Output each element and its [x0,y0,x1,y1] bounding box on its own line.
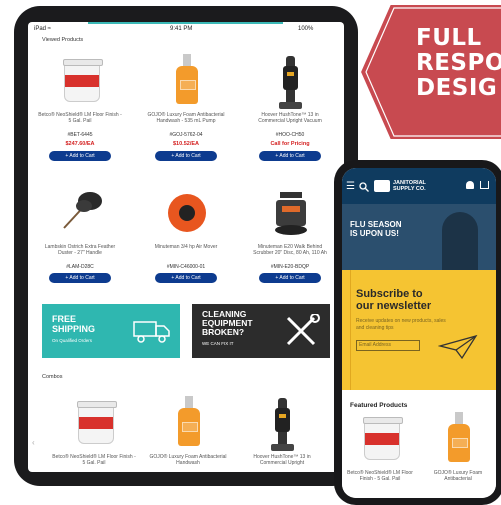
flu-season-hero[interactable]: FLU SEASON IS UPON US! [342,204,496,270]
combo-product-card[interactable]: Hoover HushTone™ 13 in Commercial Uprigh… [234,392,330,472]
featured-products-section: Featured Products Betco® NeoShield® LM F… [342,390,496,498]
product-name[interactable]: GOJO® Luxury Foam Antibacterial [420,470,496,488]
tablet-screen: iPad ≈ 9:41 PM 100% Viewed Products Betc… [28,22,344,472]
tablet-status-bar: iPad ≈ 9:41 PM 100% [28,22,344,36]
product-sku: #HOO-CH50 [275,132,305,138]
product-image[interactable] [348,408,412,468]
add-to-cart-button[interactable]: + Add to Cart [155,151,217,161]
newsletter-email-input[interactable]: Email Address [356,340,420,351]
hero-person-image [442,212,478,270]
phone-screen: ☰ JANITORIAL SUPPLY CO. FLU SEASON IS UP… [342,168,496,498]
add-to-cart-button[interactable]: + Add to Cart [155,273,217,283]
tools-icon [286,314,320,346]
badge-line-1: FULL [416,25,482,51]
free-shipping-line-2: SHIPPING [52,324,96,334]
product-image[interactable] [62,392,126,452]
product-image[interactable] [250,392,314,452]
phone-header: ☰ JANITORIAL SUPPLY CO. [342,168,496,204]
viewed-products-label: Viewed Products [42,37,84,43]
brand-line-2: SUPPLY CO. [393,186,426,192]
product-image[interactable] [154,182,218,242]
product-price: $247.60/EA [65,141,95,147]
badge-line-2: RESPO [416,50,501,76]
badge-text: FULL RESPO DESIG [416,26,501,101]
scrubber-image [275,192,307,235]
product-sku: #GOJ-5762-04 [169,132,203,138]
product-image[interactable] [258,50,322,110]
free-shipping-line-1: FREE [52,314,77,324]
product-card[interactable]: Minuteman E20 Walk Behind Scrubber 20" D… [242,182,338,283]
search-icon[interactable] [359,182,369,192]
add-to-cart-button[interactable]: + Add to Cart [49,273,111,283]
product-name[interactable]: Minuteman E20 Walk Behind Scrubber 20" D… [242,244,338,262]
hero-line-1: FLU SEASON [350,220,402,229]
product-name[interactable]: Minuteman 3/4 hp Air Mover [138,244,234,262]
product-image[interactable] [48,182,112,242]
paper-plane-icon[interactable] [438,334,478,360]
combos-label: Combos [42,374,63,380]
add-to-cart-button[interactable]: + Add to Cart [259,151,321,161]
duster-image [63,192,102,229]
product-sku: #MIN-C46000-01 [166,264,206,270]
brand-logo-icon[interactable] [374,180,390,192]
free-shipping-banner[interactable]: FREE SHIPPING On Qualified Orders [42,304,180,358]
product-name[interactable]: Hoover HushTone™ 13 in Commercial Uprigh… [234,454,330,472]
product-card[interactable]: Minuteman 3/4 hp Air Mover #MIN-C46000-0… [138,182,234,283]
account-icon[interactable] [466,181,474,189]
featured-product-card[interactable]: Betco® NeoShield® LM Floor Finish - 5 Ga… [342,408,418,488]
cart-icon[interactable] [480,181,489,189]
product-sku: #BET-6445 [67,132,93,138]
status-battery: 100% [298,26,314,32]
product-price: Call for Pricing [270,141,310,147]
brand-logo-text[interactable]: JANITORIAL SUPPLY CO. [393,180,426,192]
carousel-prev-arrow[interactable]: ‹ [32,438,35,447]
product-name[interactable]: Lambskin Ostrich Extra Feather Duster - … [32,244,128,262]
badge-line-3: DESIG [416,75,498,101]
newsletter-section: Subscribe to our newsletter Receive upda… [342,270,496,390]
add-to-cart-button[interactable]: + Add to Cart [259,273,321,283]
newsletter-subtext: Receive updates on new products, sales a… [356,318,446,331]
product-image[interactable] [258,182,322,242]
product-sku: #LAM-D28C [66,264,94,270]
combo-product-card[interactable]: Betco® NeoShield® LM Floor Finish - 5 Ga… [46,392,142,472]
product-name[interactable]: GOJO® Luxury Foam Antibacterial Handwash [140,454,236,472]
cleaning-subtext: WE CAN FIX IT [202,341,234,346]
full-responsive-design-badge: FULL RESPO DESIG [358,3,501,141]
product-image[interactable] [156,392,220,452]
product-name[interactable]: GOJO® Luxury Foam Antibacterial Handwash… [138,112,234,130]
product-image[interactable] [154,50,218,110]
menu-icon[interactable]: ☰ [346,181,355,192]
product-name[interactable]: Hoover HushTone™ 13 in Commercial Uprigh… [242,112,338,130]
cleaning-line-3: BROKEN? [202,327,245,337]
cleaning-equipment-banner[interactable]: CLEANING EQUIPMENT BROKEN? WE CAN FIX IT [192,304,330,358]
product-sku: #MIN-E20-BDQP [270,264,310,270]
product-name[interactable]: Betco® NeoShield® LM Floor Finish - 5 Ga… [32,112,128,130]
product-card[interactable]: Betco® NeoShield® LM Floor Finish - 5 Ga… [32,50,128,161]
product-card[interactable]: Lambskin Ostrich Extra Feather Duster - … [32,182,128,283]
hero-line-2: IS UPON US! [350,229,399,238]
newsletter-divider [350,270,351,390]
product-image[interactable] [426,408,490,468]
add-to-cart-button[interactable]: + Add to Cart [49,151,111,161]
featured-product-card[interactable]: GOJO® Luxury Foam Antibacterial [420,408,496,488]
product-name[interactable]: Betco® NeoShield® LM Floor Finish - 5 Ga… [46,454,142,472]
product-card[interactable]: GOJO® Luxury Foam Antibacterial Handwash… [138,50,234,161]
product-name[interactable]: Betco® NeoShield® LM Floor Finish - 5 Ga… [342,470,418,488]
status-time: 9:41 PM [170,26,193,32]
truck-icon [133,321,170,343]
product-image[interactable] [48,50,112,110]
product-price: $10.52/EA [173,141,199,147]
free-shipping-subtext: On Qualified Orders [52,338,93,343]
header-accent-line [88,22,283,24]
newsletter-title-2: our newsletter [356,300,432,312]
phone-device: ☰ JANITORIAL SUPPLY CO. FLU SEASON IS UP… [334,160,501,505]
newsletter-title-1: Subscribe to [356,288,423,300]
status-carrier: iPad ≈ [34,26,51,32]
product-card[interactable]: Hoover HushTone™ 13 in Commercial Uprigh… [242,50,338,161]
tablet-device: iPad ≈ 9:41 PM 100% Viewed Products Betc… [14,6,358,486]
combo-product-card[interactable]: GOJO® Luxury Foam Antibacterial Handwash [140,392,236,472]
